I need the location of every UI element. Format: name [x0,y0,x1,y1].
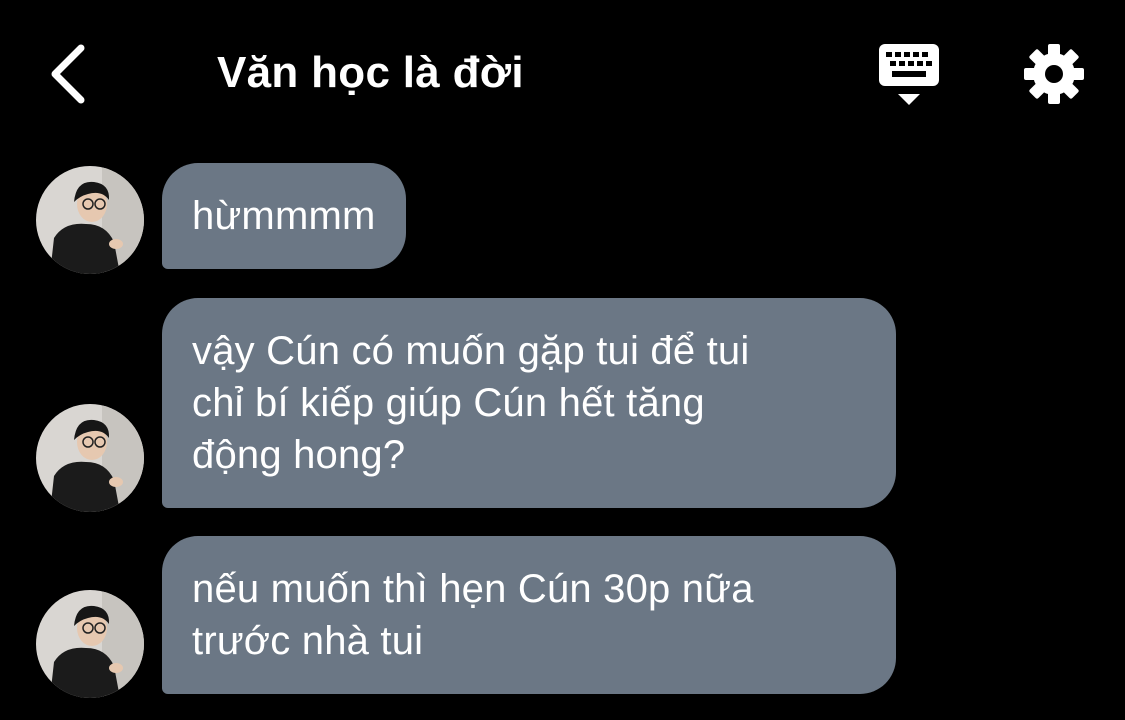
page-title: Văn học là đời [217,48,524,97]
avatar[interactable] [36,166,144,274]
settings-button[interactable] [1020,40,1088,108]
avatar[interactable] [36,590,144,698]
back-button[interactable] [38,38,98,110]
message-line: hừmmmm [192,194,376,238]
keyboard-button[interactable] [872,40,946,112]
message-bubble: nếu muốn thì hẹn Cún 30p nữa trước nhà t… [162,536,896,694]
chat-header: Văn học là đời [0,0,1125,150]
message-line: động hong? [192,433,406,477]
message-line: chỉ bí kiếp giúp Cún hết tăng [192,381,705,425]
avatar[interactable] [36,404,144,512]
message-bubble: hừmmmm [162,163,406,269]
message-bubble: vậy Cún có muốn gặp tui để tui chỉ bí ki… [162,298,896,508]
chat-screen: Văn học là đời hừmmmm vậy Cún có muốn gặ… [0,0,1125,720]
message-line: vậy Cún có muốn gặp tui để tui [192,329,750,373]
keyboard-icon [879,44,939,105]
message-line: trước nhà tui [192,619,424,663]
message-line: nếu muốn thì hẹn Cún 30p nữa [192,567,754,611]
chevron-left-icon [51,44,85,104]
gear-icon [1024,44,1084,104]
